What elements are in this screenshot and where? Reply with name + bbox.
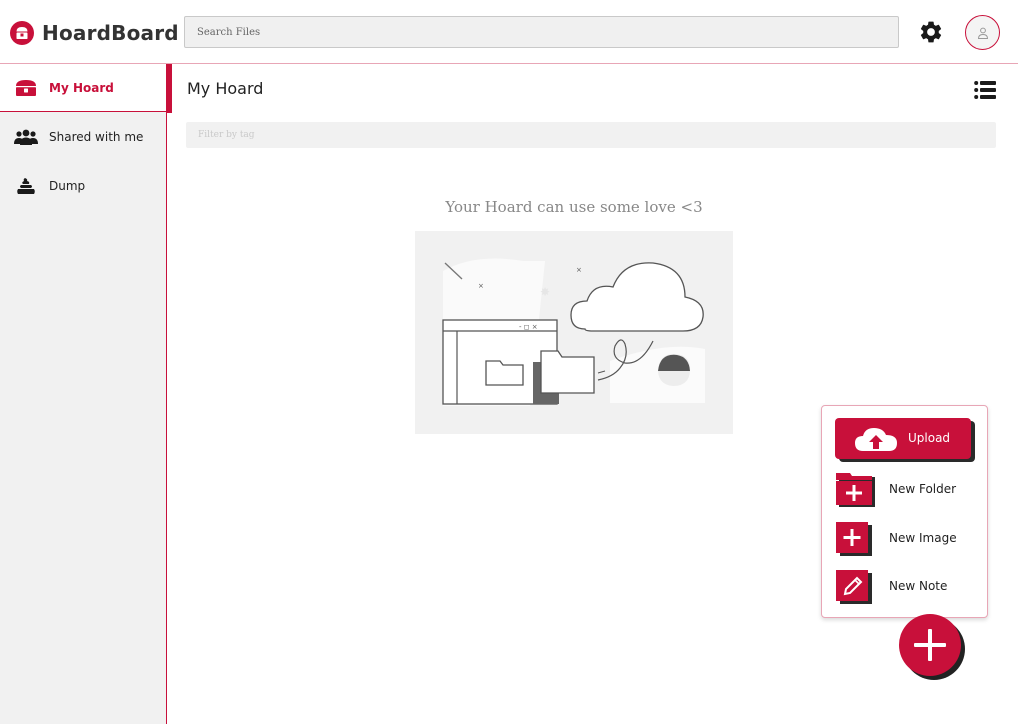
create-fab-button[interactable] [899, 614, 961, 676]
sidebar-item-label: Dump [49, 179, 86, 193]
new-note-label: New Note [889, 579, 948, 593]
user-avatar[interactable] [965, 15, 1000, 50]
app-header: HoardBoard [0, 0, 1018, 64]
new-folder-item[interactable]: New Folder [836, 471, 976, 507]
sidebar-item-dump[interactable]: Dump [0, 162, 166, 210]
users-icon [14, 127, 38, 147]
gear-icon[interactable] [918, 19, 944, 45]
new-folder-icon [836, 473, 875, 507]
new-folder-label: New Folder [889, 482, 957, 496]
svg-text:×: × [478, 282, 484, 290]
brand[interactable]: HoardBoard [10, 18, 179, 48]
upload-button[interactable]: Upload [835, 418, 971, 459]
page-title: My Hoard [187, 79, 264, 98]
treasure-chest-icon [14, 78, 38, 98]
cloud-upload-icon [855, 428, 897, 451]
sidebar-item-label: Shared with me [49, 130, 144, 144]
sidebar-item-my-hoard[interactable]: My Hoard [0, 64, 166, 112]
new-image-icon [836, 522, 872, 556]
active-indicator [167, 64, 172, 113]
user-icon [977, 27, 988, 39]
sidebar-item-shared-with-me[interactable]: Shared with me [0, 113, 166, 161]
brand-logo-icon [10, 21, 34, 45]
new-note-item[interactable]: New Note [836, 568, 976, 604]
brand-name: HoardBoard [42, 21, 179, 45]
tag-filter-input[interactable] [186, 122, 996, 148]
svg-text:✸: ✸ [540, 285, 550, 299]
plus-icon [914, 629, 946, 661]
empty-state-message: Your Hoard can use some love <3 [445, 198, 703, 216]
new-image-label: New Image [889, 531, 957, 545]
search-input[interactable] [184, 16, 899, 48]
svg-text:×: × [576, 266, 582, 274]
dump-icon [14, 176, 38, 196]
new-note-icon [836, 570, 872, 604]
empty-state-illustration: × × ✸ - ◻ × [415, 231, 733, 434]
svg-text:- ◻ ×: - ◻ × [519, 323, 538, 331]
sidebar: My Hoard Shared with me Dump [0, 64, 167, 724]
sidebar-item-label: My Hoard [49, 80, 114, 95]
list-view-icon[interactable] [974, 80, 996, 100]
new-image-item[interactable]: New Image [836, 520, 976, 556]
upload-label: Upload [908, 431, 951, 445]
